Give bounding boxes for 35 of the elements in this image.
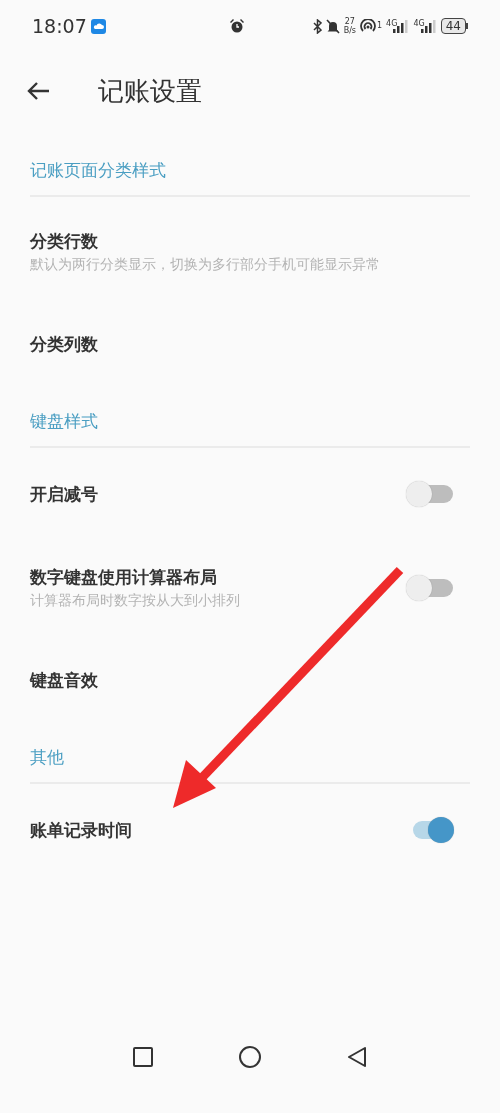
toggle-switch[interactable] [405,574,455,602]
setting-title: 分类列数 [30,333,98,356]
setting-row[interactable]: 数字键盘使用计算器布局 计算器布局时数字按从大到小排列 [0,533,500,636]
setting-row[interactable]: 分类行数 默认为两行分类显示，切换为多行部分手机可能显示异常 [0,197,500,300]
page-title: 记账设置 [98,74,202,108]
network-type: 4G [386,19,398,28]
setting-row[interactable]: 分类列数 [0,300,500,381]
setting-row[interactable]: 键盘音效 [0,636,500,717]
setting-row[interactable]: 账单记录时间 [0,784,500,869]
back-arrow-icon [26,81,50,101]
recent-apps-icon [133,1047,153,1067]
muted-bell-icon [325,18,340,34]
setting-description: 计算器布局时数字按从大到小排列 [30,591,240,610]
network-speed-value: 27 [344,17,355,26]
clock-time: 18:07 [32,15,87,37]
setting-description: 默认为两行分类显示，切换为多行部分手机可能显示异常 [30,255,380,274]
network-type: 4G [413,19,425,28]
battery-level: 44 [440,18,466,34]
home-icon [239,1046,261,1068]
back-triangle-icon [347,1047,367,1067]
setting-title: 账单记录时间 [30,819,132,842]
alarm-icon [229,18,246,34]
section-header: 键盘样式 [30,410,470,448]
section-header: 记账页面分类样式 [30,159,470,197]
setting-title: 开启减号 [30,483,98,506]
setting-title: 键盘音效 [30,669,98,692]
setting-title: 分类行数 [30,230,99,253]
bluetooth-icon [312,18,322,34]
hotspot-icon [360,18,376,34]
cloud-app-icon [90,18,106,34]
setting-title: 数字键盘使用计算器布局 [30,566,218,589]
setting-row[interactable]: 开启减号 [0,448,500,533]
toggle-switch[interactable] [405,480,455,508]
hotspot-count: 1 [377,21,383,30]
network-speed-unit: B/s [343,26,356,35]
